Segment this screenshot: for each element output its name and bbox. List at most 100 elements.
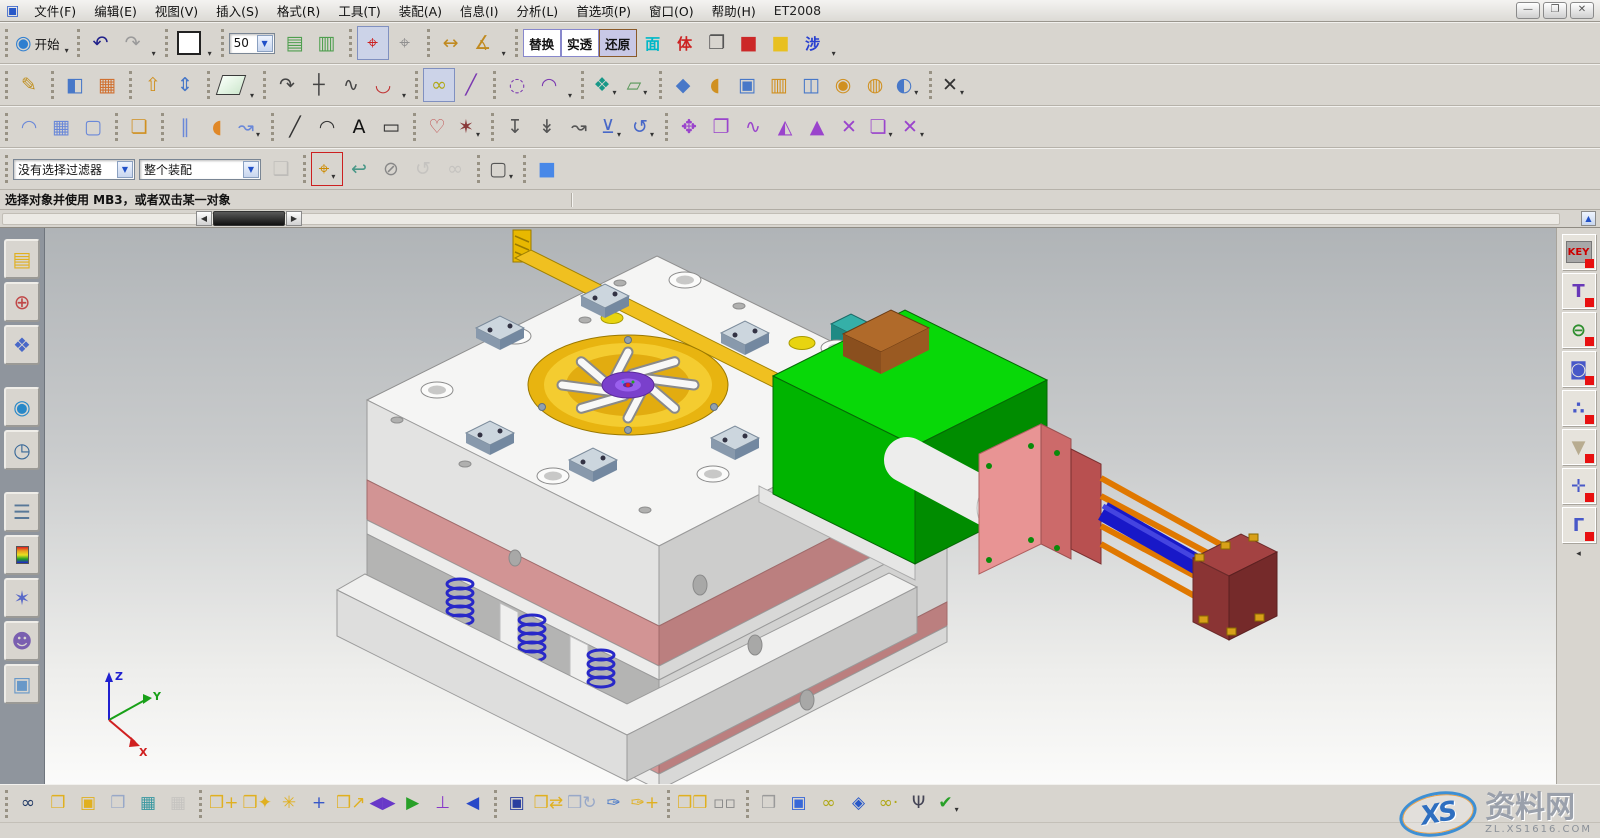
menu-file[interactable]: 文件(F) xyxy=(25,0,85,21)
bushing-icon[interactable]: ⊖ xyxy=(1562,312,1596,348)
stretch-face-icon[interactable]: ⇕ xyxy=(169,68,201,102)
open-component-icon[interactable]: ❒ xyxy=(43,789,73,819)
object-display-caret[interactable]: ▾ xyxy=(205,49,215,62)
replace-component-icon[interactable]: ❒⇄ xyxy=(532,789,565,819)
toolbar-grip[interactable] xyxy=(115,113,118,141)
ruled-surface-icon[interactable]: ◠ xyxy=(13,110,45,144)
smooth-curve-icon[interactable]: ∿ xyxy=(335,68,367,102)
model-canvas[interactable]: Z Y X xyxy=(45,228,1556,784)
deselect-all-icon[interactable]: ⊘ xyxy=(375,152,407,186)
toolbar-grip[interactable] xyxy=(494,790,497,818)
toolbar-grip[interactable] xyxy=(221,29,224,57)
selection-filter-select-arrow[interactable]: ▼ xyxy=(117,161,133,178)
elbow-fitting-icon[interactable]: Γ xyxy=(1562,507,1596,543)
wave-mirror-icon[interactable]: ❏▾ xyxy=(865,110,897,144)
hscroll-right-arrow[interactable]: ▶ xyxy=(286,211,302,226)
edit-constraint-icon[interactable]: ✑ xyxy=(599,789,629,819)
sequence-icon[interactable]: ▶ xyxy=(398,789,428,819)
save-context-icon[interactable]: ▣ xyxy=(502,789,532,819)
wave-dimension-icon[interactable]: ✕▾ xyxy=(897,110,929,144)
find-component-icon[interactable]: ∞ xyxy=(13,789,43,819)
plane-icon[interactable]: ▱▾ xyxy=(621,68,653,102)
section-curve-icon[interactable]: ⊻▾ xyxy=(595,110,627,144)
divide-curve-icon[interactable]: ┼ xyxy=(303,68,335,102)
restore-button[interactable]: 还原 xyxy=(599,29,637,57)
checkin-component-icon[interactable]: ▫▫ xyxy=(710,789,740,819)
toolbar-grip[interactable] xyxy=(349,29,352,57)
relations-browser-icon[interactable]: Ψ xyxy=(904,789,934,819)
visualization-icon[interactable] xyxy=(4,535,40,575)
find-in-navigator-icon[interactable]: ∞ xyxy=(439,152,471,186)
unwrap-curve-icon-caret[interactable]: ▾ xyxy=(650,130,654,143)
toolbar-grip[interactable] xyxy=(165,29,168,57)
internet-browser-icon[interactable]: ◉ xyxy=(4,387,40,427)
flatten-icon[interactable]: ↝▾ xyxy=(233,110,265,144)
rectangle-select-icon[interactable]: ▢▾ xyxy=(485,152,517,186)
wave-dimension-icon-caret[interactable]: ▾ xyxy=(920,130,924,143)
move-to-layer-icon[interactable]: ▥ xyxy=(311,26,343,60)
toolbar-grip[interactable] xyxy=(51,71,54,99)
hole-plate-icon[interactable]: ∴ xyxy=(1562,390,1596,426)
snap-point-icon[interactable]: ⌖▾ xyxy=(311,152,343,186)
restore-button[interactable]: ❐ xyxy=(1543,2,1567,19)
menu-help[interactable]: 帮助(H) xyxy=(703,0,765,21)
boolean-icon[interactable]: ◐▾ xyxy=(891,68,923,102)
shell-icon[interactable]: ▥ xyxy=(763,68,795,102)
selection-scope-select[interactable]: 整个装配▼ xyxy=(139,159,261,180)
promote-body-icon[interactable]: + xyxy=(304,789,334,819)
toolbar-grip[interactable] xyxy=(581,71,584,99)
display-caret[interactable]: ▾ xyxy=(829,49,839,62)
datum-plane-swatch[interactable] xyxy=(215,68,247,102)
rotate-component-icon[interactable]: ❒↻ xyxy=(565,789,598,819)
unwrap-curve-icon[interactable]: ↺▾ xyxy=(627,110,659,144)
datum-plane-caret[interactable]: ▾ xyxy=(247,91,257,104)
toolbar-grip[interactable] xyxy=(77,29,80,57)
menu-assemblies[interactable]: 装配(A) xyxy=(390,0,451,21)
rotary-slide-disc[interactable] xyxy=(528,335,728,435)
edit-curve-caret[interactable]: ▾ xyxy=(399,91,409,104)
wave-mirror-icon-caret[interactable]: ▾ xyxy=(889,130,893,143)
selection-filter-select[interactable]: 没有选择过滤器▼ xyxy=(13,159,135,180)
scale-body-icon[interactable]: ✕▾ xyxy=(937,68,969,102)
trim-body-icon[interactable]: ◫ xyxy=(795,68,827,102)
toolbar-grip[interactable] xyxy=(523,155,526,183)
toolbar-grip[interactable] xyxy=(493,71,496,99)
chamfer-icon[interactable]: ◆ xyxy=(667,68,699,102)
back-icon[interactable]: ↩ xyxy=(343,152,375,186)
wave-delete-icon[interactable]: ✕ xyxy=(833,110,865,144)
menu-information[interactable]: 信息(I) xyxy=(451,0,507,21)
toolbar-grip[interactable] xyxy=(413,113,416,141)
screw-plug-icon[interactable]: T xyxy=(1562,273,1596,309)
offset-surface-icon[interactable]: ❏ xyxy=(123,110,155,144)
hole-icon[interactable]: ◉ xyxy=(827,68,859,102)
rectangle-select-icon-caret[interactable]: ▾ xyxy=(509,172,513,185)
wave-extract-icon[interactable]: ∿ xyxy=(737,110,769,144)
toolbar-grip[interactable] xyxy=(665,113,668,141)
polygon-icon[interactable]: ✶▾ xyxy=(453,110,485,144)
toolbar-grip[interactable] xyxy=(207,71,210,99)
history-icon[interactable]: ◷ xyxy=(4,430,40,470)
mounting-plates[interactable] xyxy=(979,424,1101,574)
yellow-cube-icon[interactable]: ■ xyxy=(765,26,797,60)
constraint-icon[interactable]: ⊥ xyxy=(428,789,458,819)
interpart-select-icon[interactable]: ❑ xyxy=(265,152,297,186)
undo-history-caret[interactable]: ▾ xyxy=(149,49,159,62)
wave-copy-icon[interactable]: ❐ xyxy=(705,110,737,144)
rotate-view-icon[interactable]: ↺ xyxy=(407,152,439,186)
menu-insert[interactable]: 插入(S) xyxy=(207,0,268,21)
hscroll-left-arrow[interactable]: ◀ xyxy=(196,211,212,226)
wave-geometry-icon[interactable]: ◈ xyxy=(844,789,874,819)
arc-caret[interactable]: ▾ xyxy=(565,91,575,104)
csys-icon[interactable]: ⌖ xyxy=(389,26,421,60)
boolean-icon-caret[interactable]: ▾ xyxy=(914,88,918,101)
toolbar-grip[interactable] xyxy=(659,71,662,99)
trim-curve-icon[interactable]: ↷ xyxy=(271,68,303,102)
red-cube-icon[interactable]: ■ xyxy=(733,26,765,60)
menu-preferences[interactable]: 首选项(P) xyxy=(567,0,640,21)
slide-bracket-icon[interactable]: ◙ xyxy=(1562,351,1596,387)
orient-csys-icon[interactable]: ⌖ xyxy=(357,26,389,60)
block-icon[interactable]: ▣ xyxy=(731,68,763,102)
combine-curve-icon[interactable]: ↡ xyxy=(531,110,563,144)
coordinate-triad[interactable]: Z Y X xyxy=(105,670,162,759)
toolbar-grip[interactable] xyxy=(929,71,932,99)
